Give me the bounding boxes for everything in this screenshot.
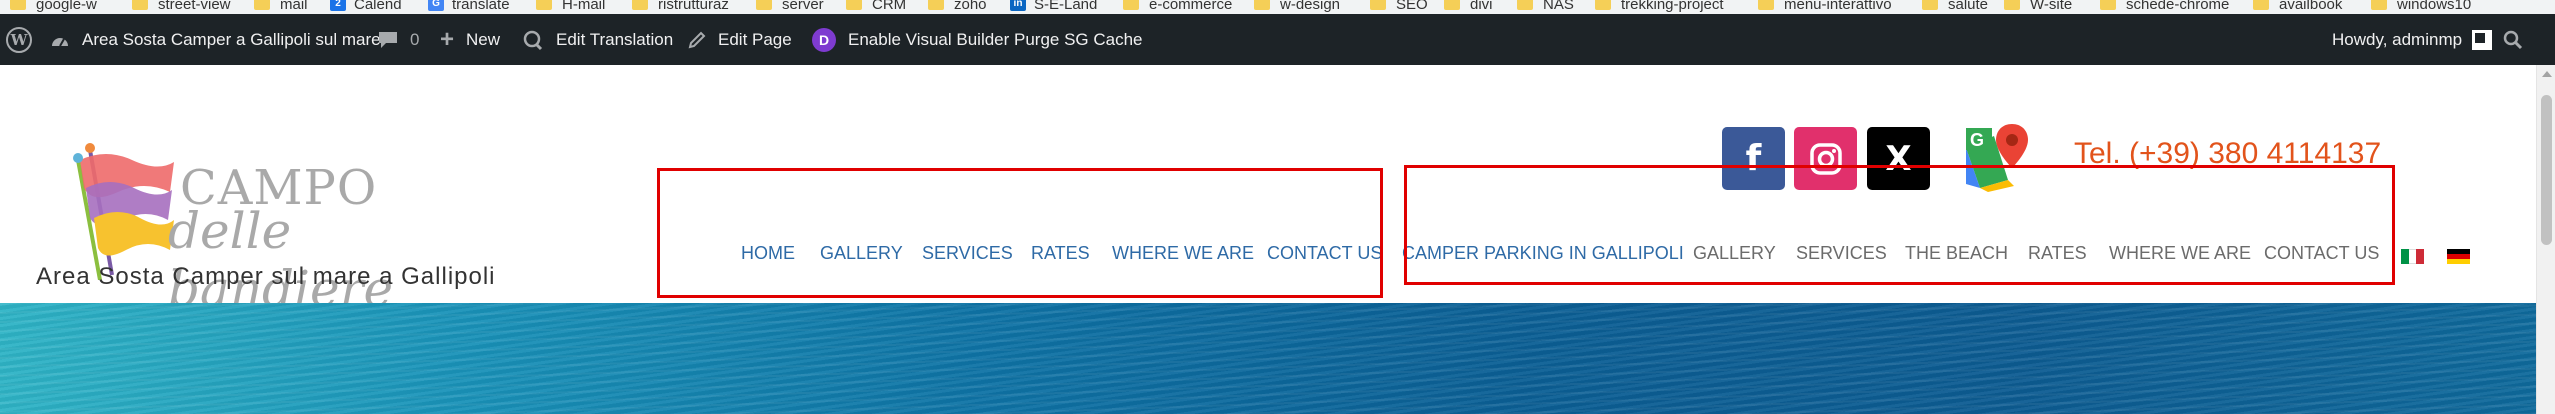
scroll-up-arrow-icon[interactable]	[2542, 71, 2552, 77]
bookmark-trekking-project[interactable]: trekking-project	[1595, 0, 1724, 14]
folder-icon	[1444, 0, 1460, 10]
comments-link[interactable]: 0	[378, 14, 419, 65]
folder-icon	[1370, 0, 1386, 10]
pencil-icon	[688, 31, 706, 49]
folder-icon	[756, 0, 772, 10]
divi-logo-icon: D	[812, 27, 836, 52]
bookmark-windows10[interactable]: windows10	[2371, 0, 2471, 14]
edit-translation-label: Edit Translation	[556, 29, 674, 49]
edit-page-link[interactable]: Edit Page	[688, 14, 792, 65]
folder-icon	[132, 0, 148, 10]
highlight-box-secondary-menu	[1404, 165, 2395, 285]
user-account-menu[interactable]: Howdy, adminmp	[2332, 14, 2493, 65]
bookmark-schede-chrome[interactable]: schede-chrome	[2100, 0, 2229, 14]
folder-icon	[536, 0, 552, 10]
bookmark-street-view[interactable]: street-view	[132, 0, 231, 14]
folder-icon	[2100, 0, 2116, 10]
admin-search-button[interactable]	[2503, 14, 2535, 65]
visual-builder-button[interactable]: D Enable Visual Builder	[812, 14, 1009, 65]
site-name-label: Area Sosta Camper a Gallipoli sul mare	[82, 29, 381, 49]
visual-builder-label: Enable Visual Builder	[848, 29, 1010, 49]
bookmark-ristrutturaz[interactable]: ristrutturaz	[632, 0, 729, 14]
folder-icon	[1517, 0, 1533, 10]
edit-page-label: Edit Page	[718, 29, 792, 49]
avatar	[2472, 29, 2493, 50]
folder-icon	[254, 0, 270, 10]
bookmark-availbook[interactable]: availbook	[2253, 0, 2342, 14]
bookmark-translate[interactable]: Gtranslate	[428, 0, 510, 14]
folder-icon	[1123, 0, 1139, 10]
plus-icon: +	[440, 25, 455, 53]
svg-text:G: G	[1970, 130, 1984, 150]
highlight-box-primary-menu	[657, 168, 1383, 298]
bookmark-w-design[interactable]: w-design	[1254, 0, 1340, 14]
folder-icon	[2253, 0, 2269, 10]
bookmark-w-site[interactable]: W-site	[2004, 0, 2072, 14]
bookmark-menu-interattivo[interactable]: menu-interattivo	[1758, 0, 1892, 14]
folder-icon	[1254, 0, 1270, 10]
italian-flag-icon[interactable]	[2401, 249, 2425, 264]
folder-icon	[928, 0, 944, 10]
hero-sea-image	[0, 303, 2536, 414]
bookmark-zoho[interactable]: zoho	[928, 0, 987, 14]
page-scrollbar[interactable]	[2536, 65, 2555, 414]
howdy-label: Howdy, adminmp	[2332, 29, 2463, 49]
site-logo[interactable]: CAMPO delle bandiere Area Sosta Camper s…	[30, 120, 500, 318]
bookmark-nas[interactable]: NAS	[1517, 0, 1574, 14]
bookmark-crm[interactable]: CRM	[846, 0, 906, 14]
search-icon	[2503, 30, 2523, 50]
bookmark-e-commerce[interactable]: e-commerce	[1123, 0, 1232, 14]
comment-bubble-icon	[378, 31, 398, 49]
comments-count: 0	[410, 29, 420, 49]
folder-icon	[2004, 0, 2020, 10]
folder-icon	[1922, 0, 1938, 10]
bookmark-h-mail[interactable]: H-mail	[536, 0, 605, 14]
german-flag-icon[interactable]	[2447, 249, 2470, 264]
folder-icon	[10, 0, 26, 10]
translate-icon: G	[428, 0, 444, 11]
bookmark-s-e-land[interactable]: in S-E-Land	[1010, 0, 1097, 14]
new-label: New	[466, 29, 501, 49]
calendar-icon: 2	[330, 0, 346, 11]
bookmark-calend[interactable]: 2 Calend	[330, 0, 402, 14]
folder-icon	[1758, 0, 1774, 10]
folder-icon	[846, 0, 862, 10]
purge-cache-label: Purge SG Cache	[1014, 29, 1143, 49]
folder-icon	[632, 0, 648, 10]
wordpress-logo-button[interactable]: W	[6, 14, 44, 65]
bookmark-seo[interactable]: SEO	[1370, 0, 1428, 14]
wp-admin-bar: W Area Sosta Camper a Gallipoli sul mare…	[0, 14, 2555, 65]
bookmark-salute[interactable]: salute	[1922, 0, 1988, 14]
purge-cache-button[interactable]: Purge SG Cache	[1014, 14, 1143, 65]
bookmark-mail[interactable]: mail	[254, 0, 308, 14]
new-content-button[interactable]: + New	[440, 14, 500, 65]
folder-icon	[2371, 0, 2387, 10]
bookmarks-bar: google-w street-view mail 2 Calend Gtrans…	[0, 0, 2555, 14]
bookmark-divi[interactable]: divi	[1444, 0, 1493, 14]
bookmark-server[interactable]: server	[756, 0, 824, 14]
scrollbar-thumb[interactable]	[2541, 95, 2552, 245]
edit-translation-link[interactable]: Edit Translation	[522, 14, 673, 65]
wordpress-icon: W	[6, 26, 32, 53]
site-name-link[interactable]: Area Sosta Camper a Gallipoli sul mare	[50, 14, 381, 65]
translate-icon	[522, 29, 544, 51]
folder-icon	[1595, 0, 1611, 10]
bookmark-google-w[interactable]: google-w	[10, 0, 97, 14]
dashboard-icon	[50, 32, 70, 48]
linkedin-icon: in	[1010, 0, 1026, 11]
